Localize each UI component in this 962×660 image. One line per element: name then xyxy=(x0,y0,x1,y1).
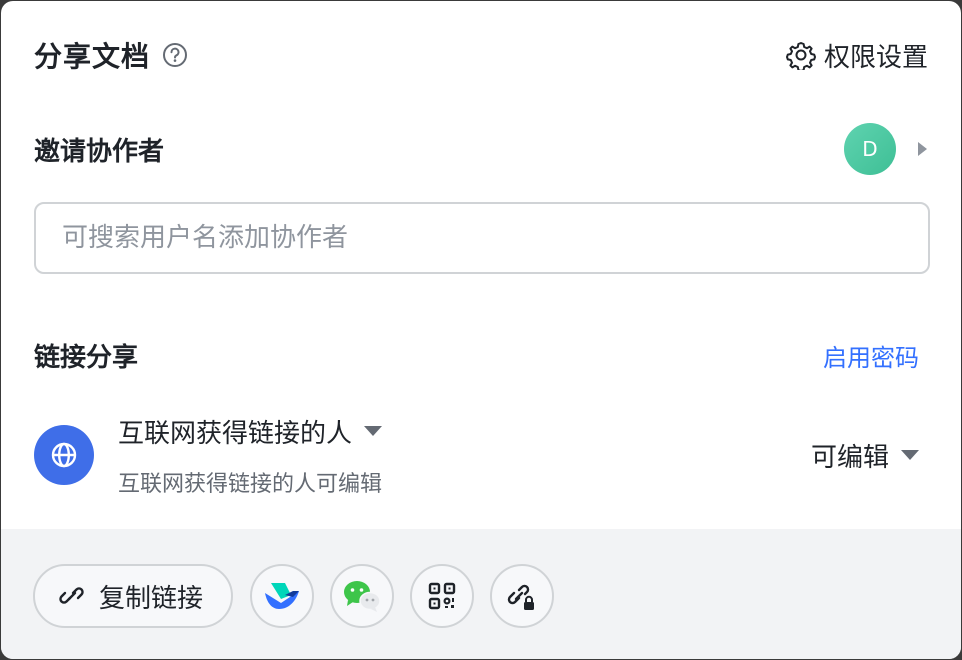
link-permission-value: 可编辑 xyxy=(810,442,889,473)
wechat-icon xyxy=(342,579,382,613)
search-input-box[interactable] xyxy=(34,202,930,274)
qrcode-icon xyxy=(428,582,456,610)
link-scope-value: 互联网获得链接的人 xyxy=(118,418,353,449)
link-scope-dropdown[interactable]: 互联网获得链接的人 xyxy=(118,413,811,450)
share-footer: 复制链接 xyxy=(1,529,961,659)
search-input[interactable] xyxy=(62,223,902,253)
title-group: 分享文档 xyxy=(34,35,188,75)
link-lock-icon xyxy=(507,581,537,611)
caret-right-icon xyxy=(916,141,928,157)
link-scope-text: 互联网获得链接的人 互联网获得链接的人可编辑 xyxy=(118,413,811,498)
invite-label: 邀请协作者 xyxy=(34,136,165,167)
lark-share-button[interactable] xyxy=(250,564,314,628)
link-scope-description: 互联网获得链接的人可编辑 xyxy=(118,471,383,497)
avatar: D xyxy=(844,123,896,175)
chevron-down-icon xyxy=(901,449,919,461)
qrcode-share-button[interactable] xyxy=(410,564,474,628)
gear-icon xyxy=(785,40,816,70)
collaborator-list-toggle[interactable]: D xyxy=(844,123,928,175)
copy-link-label: 复制链接 xyxy=(99,583,204,614)
dialog-title: 分享文档 xyxy=(34,40,151,73)
help-icon[interactable] xyxy=(162,42,188,68)
link-permission-dropdown[interactable]: 可编辑 xyxy=(811,437,919,474)
link-icon xyxy=(59,583,85,609)
lark-share-icon xyxy=(263,581,301,611)
link-share-label: 链接分享 xyxy=(34,342,139,373)
link-scope-row: 互联网获得链接的人 互联网获得链接的人可编辑 可编辑 xyxy=(34,413,919,497)
link-password-button[interactable] xyxy=(490,564,554,628)
permission-settings-label: 权限设置 xyxy=(823,42,928,73)
dialog-header: 分享文档 权限设置 xyxy=(34,35,928,75)
wechat-share-button[interactable] xyxy=(330,564,394,628)
chevron-down-icon xyxy=(364,425,383,437)
globe-icon xyxy=(34,425,94,485)
link-share-header: 链接分享 启用密码 xyxy=(34,335,919,375)
enable-password-link[interactable]: 启用密码 xyxy=(823,338,919,373)
copy-link-button[interactable]: 复制链接 xyxy=(33,564,233,628)
invite-collaborators-row: 邀请协作者 D xyxy=(34,123,928,175)
share-dialog: 分享文档 权限设置 邀请协作者 D 可搜索用户名添加协作者 链接分享 启用密码 … xyxy=(1,1,961,659)
permission-settings-button[interactable]: 权限设置 xyxy=(785,37,928,74)
